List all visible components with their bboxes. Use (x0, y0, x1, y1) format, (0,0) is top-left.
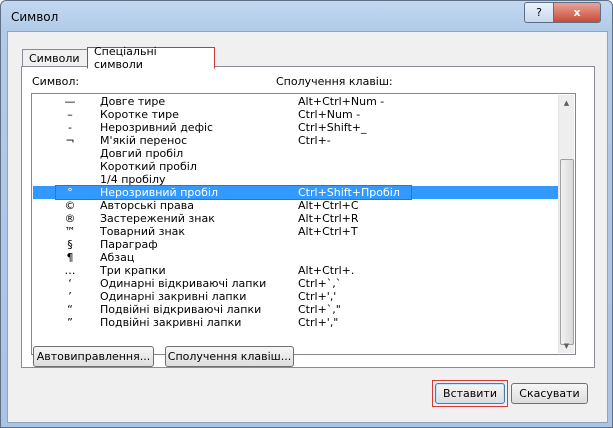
list-item-shortcut: Ctrl+'," (298, 316, 339, 329)
list-item-symbol: ® (64, 212, 76, 225)
list-item-name: Одинарні закривні лапки (100, 290, 247, 303)
list-item[interactable]: “ Подвійні відкриваючі лапки Ctrl+`," (33, 303, 559, 316)
list-item[interactable]: § Параграф (33, 238, 559, 251)
list-item-shortcut: Ctrl+',' (298, 290, 337, 303)
list-item-symbol: “ (67, 303, 73, 316)
list-item-symbol: § (67, 238, 73, 251)
close-button[interactable]: x (553, 2, 601, 23)
list-item-name: Абзац (100, 251, 135, 264)
list-item-name: Застережений знак (100, 212, 215, 225)
list-item-name: Одинарні відкриваючі лапки (100, 277, 267, 290)
list-item[interactable]: ” Подвійні закривні лапки Ctrl+'," (33, 316, 559, 329)
list-item-symbol: ™ (64, 225, 76, 238)
list-item[interactable]: 1/4 пробілу (33, 173, 559, 186)
list-item-name: Товарний знак (100, 225, 186, 238)
list-item-name: Короткий пробіл (100, 160, 197, 173)
tab-symbols-label: Символи (29, 52, 80, 65)
selection-highlight (55, 185, 412, 200)
list-item-shortcut: Ctrl+Shift+_ (298, 121, 367, 134)
list-item-symbol: ‘ (68, 277, 72, 290)
vertical-scrollbar[interactable]: ▲ ▼ (558, 95, 574, 353)
list-item[interactable]: ¶ Абзац (33, 251, 559, 264)
list-item[interactable]: © Авторські права Alt+Ctrl+C (33, 199, 559, 212)
list-item[interactable]: — Довге тире Alt+Ctrl+Num - (33, 95, 559, 108)
list-item[interactable]: ¬ М'якій перенос Ctrl+- (33, 134, 559, 147)
list-item[interactable]: … Три крапки Alt+Ctrl+. (33, 264, 559, 277)
tab-special-characters[interactable]: Спеціальні символи (87, 45, 215, 71)
list-item[interactable]: - Нерозривний дефіс Ctrl+Shift+_ (33, 121, 559, 134)
list-item-shortcut: Alt+Ctrl+. (298, 264, 355, 277)
dialog-title: Символ (11, 10, 59, 24)
list-item-name: Довге тире (100, 95, 166, 108)
list-item-name: Подвійні закривні лапки (100, 316, 242, 329)
list-item[interactable]: ™ Товарний знак Alt+Ctrl+T (33, 225, 559, 238)
shortcut-column-header: Сполучення клавіш: (276, 75, 393, 88)
title-bar[interactable]: Символ ? x (1, 1, 612, 31)
list-item-symbol: – (67, 108, 73, 121)
scroll-up-arrow-icon[interactable]: ▲ (559, 95, 574, 110)
cancel-button-label: Скасувати (519, 387, 580, 400)
list-item-name: М'якій перенос (100, 134, 188, 147)
help-button[interactable]: ? (524, 2, 554, 23)
list-item-name: 1/4 пробілу (100, 173, 166, 186)
scrollbar-thumb[interactable] (560, 159, 574, 345)
help-icon: ? (536, 6, 542, 19)
list-item[interactable]: Короткий пробіл (33, 160, 559, 173)
cancel-button[interactable]: Скасувати (511, 383, 588, 404)
list-item-symbol: ” (67, 316, 73, 329)
list-item-shortcut: Ctrl+- (298, 134, 331, 147)
list-item-name: Коротке тире (100, 108, 179, 121)
tab-special-characters-label: Спеціальні символи (94, 45, 157, 71)
list-item-shortcut: Ctrl+Num - (298, 108, 361, 121)
list-item-shortcut: Alt+Ctrl+T (298, 225, 358, 238)
list-item-shortcut: Alt+Ctrl+Num - (298, 95, 385, 108)
special-characters-list[interactable]: ” Подвійні закривні лапки Ctrl+'," “ Подвійн… (31, 93, 576, 355)
list-item-shortcut: Alt+Ctrl+C (298, 199, 359, 212)
list-item-symbol: ¶ (66, 251, 74, 264)
list-item[interactable]: ° Нерозривний пробіл Ctrl+Shift+Пробіл (33, 185, 559, 200)
list-item[interactable]: – Коротке тире Ctrl+Num - (33, 108, 559, 121)
list-item-name: Параграф (100, 238, 158, 251)
symbol-dialog: Символ ? x Символи Спеціальні символи Си… (0, 0, 613, 428)
list-item[interactable]: ’ Одинарні закривні лапки Ctrl+',' (33, 290, 559, 303)
list-item-name: Довгий пробіл (100, 147, 184, 160)
special-characters-panel: Символ: Сполучення клавіш: ” Подвійні зак… (21, 66, 595, 368)
list-item-name: Нерозривний дефіс (100, 121, 214, 134)
list-item-symbol: © (64, 199, 76, 212)
shortcut-key-button[interactable]: Сполучення клавіш... (165, 346, 294, 367)
dialog-body: Символи Спеціальні символи Символ: Сполу… (7, 31, 608, 423)
list-item-name: Подвійні відкриваючі лапки (100, 303, 262, 316)
close-icon: x (573, 6, 581, 19)
list-item-name: Авторські права (100, 199, 194, 212)
list-item[interactable]: ‘ Одинарні відкриваючі лапки Ctrl+`,` (33, 277, 559, 290)
insert-button[interactable]: Вставити (435, 383, 505, 404)
list-item-symbol: - (68, 121, 72, 134)
list-item-shortcut: Alt+Ctrl+R (298, 212, 359, 225)
scroll-down-arrow-icon[interactable]: ▼ (559, 338, 574, 353)
list-item-symbol: ’ (68, 290, 72, 303)
list-item-symbol: — (64, 95, 76, 108)
autocorrect-button-label: Автовиправлення... (36, 350, 151, 363)
autocorrect-button[interactable]: Автовиправлення... (33, 346, 154, 367)
list-item-symbol: … (64, 264, 76, 277)
list-item-shortcut: Ctrl+`," (298, 303, 341, 316)
list-item[interactable]: ® Застережений знак Alt+Ctrl+R (33, 212, 559, 225)
list-item-shortcut: Ctrl+`,` (298, 277, 342, 290)
tab-symbols[interactable]: Символи (22, 49, 94, 67)
symbol-column-header: Символ: (32, 75, 80, 88)
list-item[interactable]: Довгий пробіл (33, 147, 559, 160)
insert-button-label: Вставити (443, 387, 497, 400)
list-item-symbol: ¬ (65, 134, 75, 147)
shortcut-key-button-label: Сполучення клавіш... (167, 350, 292, 363)
list-item-name: Три крапки (100, 264, 166, 277)
